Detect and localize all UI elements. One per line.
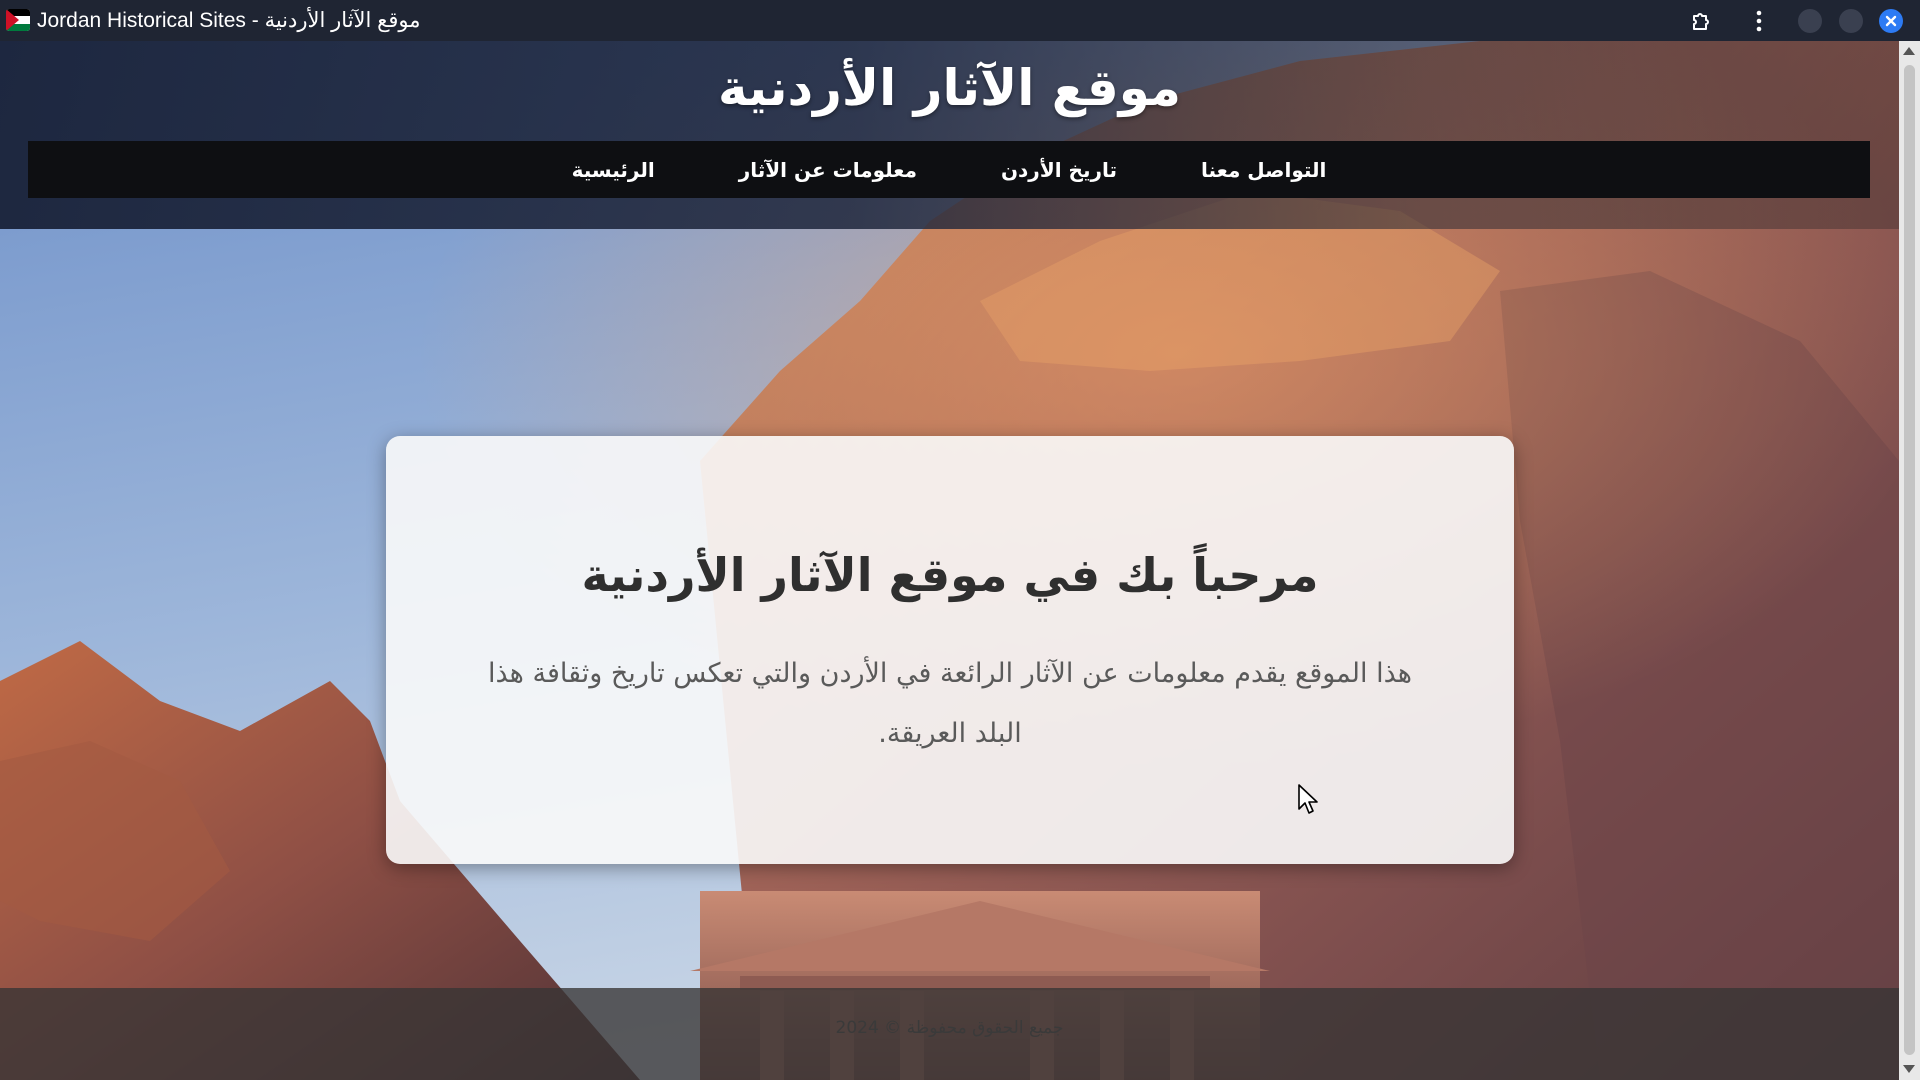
window-title: Jordan Historical Sites - موقع الآثار ال… [37,9,421,32]
jordan-flag-icon [6,9,30,31]
welcome-heading: مرحباً بك في موقع الآثار الأردنية [581,548,1319,602]
mouse-pointer-icon [1298,784,1318,814]
nav-link-antiquities[interactable]: معلومات عن الآثار [739,158,917,182]
scrollbar-thumb[interactable] [1904,65,1915,1055]
minimize-button[interactable] [1798,9,1822,33]
maximize-button[interactable] [1839,9,1863,33]
nav-link-home[interactable]: الرئيسية [572,158,655,182]
vertical-scrollbar[interactable] [1899,41,1920,1080]
footer-copyright: جميع الحقوق محفوظة © 2024 [835,1018,1064,1038]
welcome-text: هذا الموقع يقدم معلومات عن الآثار الرائع… [487,658,1413,749]
main-nav: التواصل معنا تاريخ الأردن معلومات عن الآ… [28,141,1870,198]
scroll-up-arrow-icon[interactable] [1903,47,1915,55]
site-footer: جميع الحقوق محفوظة © 2024 [0,988,1899,1080]
close-icon [1885,15,1897,27]
puzzle-icon[interactable] [1688,7,1716,35]
kebab-menu-icon[interactable] [1745,7,1773,35]
site-header: موقع الآثار الأردنية التواصل معنا تاريخ … [0,41,1899,229]
scroll-down-arrow-icon[interactable] [1903,1065,1915,1073]
welcome-card: مرحباً بك في موقع الآثار الأردنية هذا ال… [386,436,1514,864]
window-titlebar: Jordan Historical Sites - موقع الآثار ال… [0,0,1920,41]
close-button[interactable] [1879,9,1903,33]
site-title: موقع الآثار الأردنية [717,59,1182,117]
nav-link-history[interactable]: تاريخ الأردن [1001,158,1117,182]
nav-link-contact[interactable]: التواصل معنا [1201,158,1326,182]
page-viewport: موقع الآثار الأردنية التواصل معنا تاريخ … [0,41,1899,1080]
